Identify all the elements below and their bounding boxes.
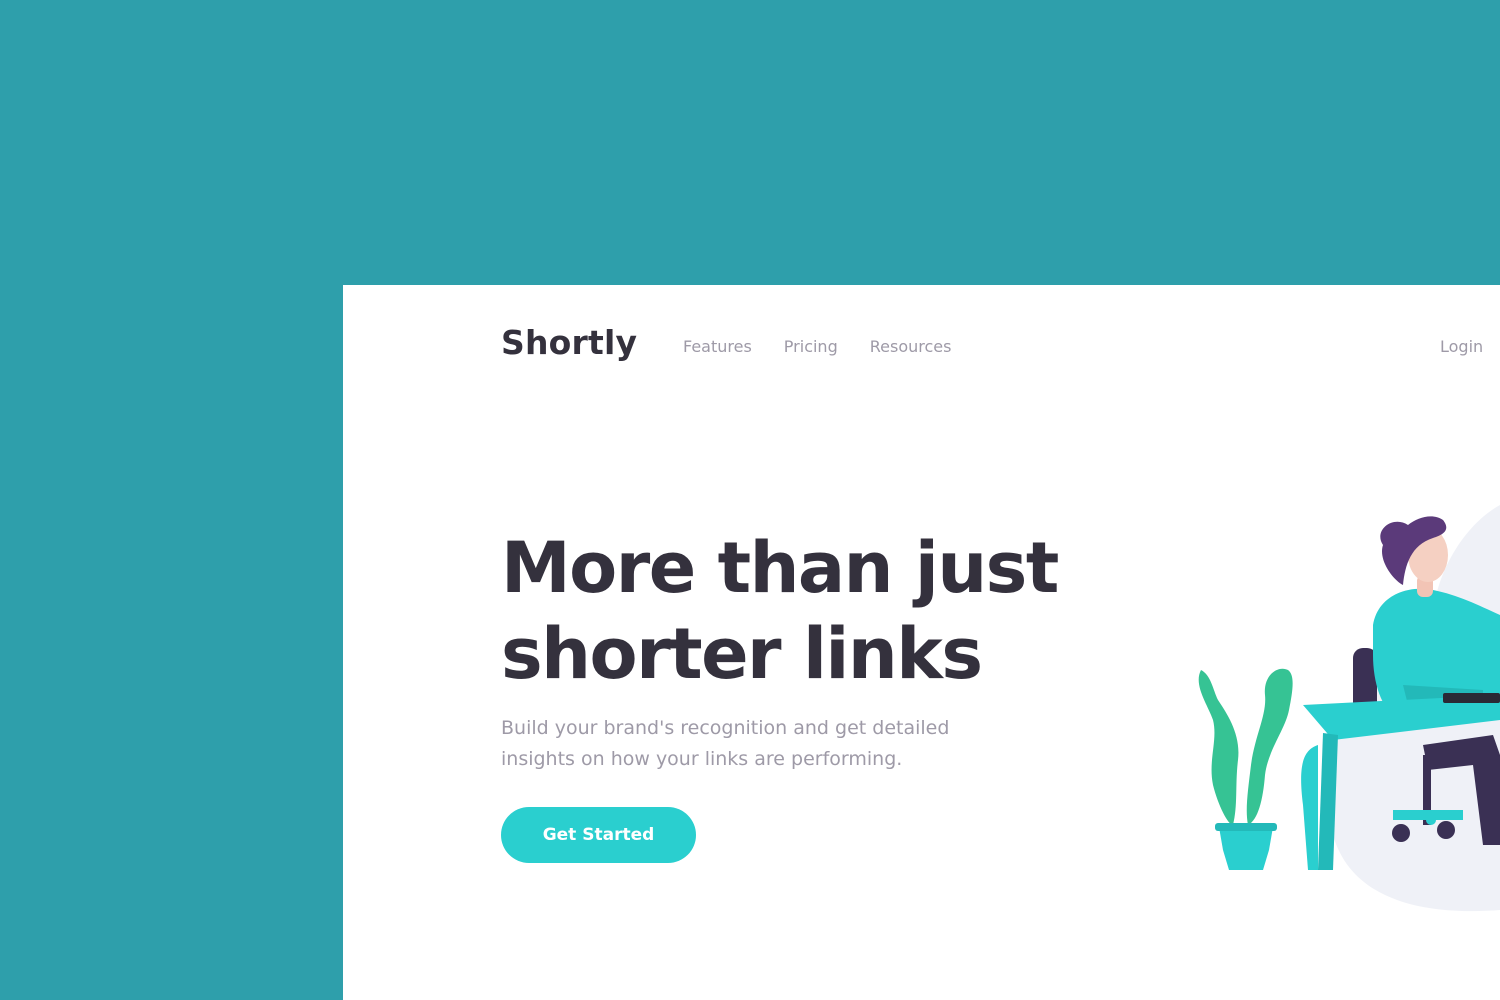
- main-nav: Features Pricing Resources: [683, 337, 951, 356]
- brand-logo[interactable]: Shortly: [501, 323, 637, 362]
- plant-leaf-right: [1246, 668, 1293, 825]
- potted-plant: [1198, 668, 1293, 870]
- hero-subtitle: Build your brand's recognition and get d…: [501, 717, 950, 770]
- login-link[interactable]: Login: [1440, 337, 1483, 356]
- plant-leaf-left: [1198, 670, 1239, 825]
- plant-pot: [1219, 827, 1273, 870]
- landing-page: Shortly Features Pricing Resources Login…: [343, 285, 1500, 1000]
- nav-link-features[interactable]: Features: [683, 337, 752, 356]
- get-started-button[interactable]: Get Started: [501, 807, 696, 863]
- nav-link-resources[interactable]: Resources: [870, 337, 952, 356]
- laptop: [1443, 693, 1500, 703]
- nav-link-pricing[interactable]: Pricing: [784, 337, 838, 356]
- person-working-at-desk-illustration: [1198, 505, 1500, 912]
- hero-headline: More than just shorter links: [501, 527, 1059, 695]
